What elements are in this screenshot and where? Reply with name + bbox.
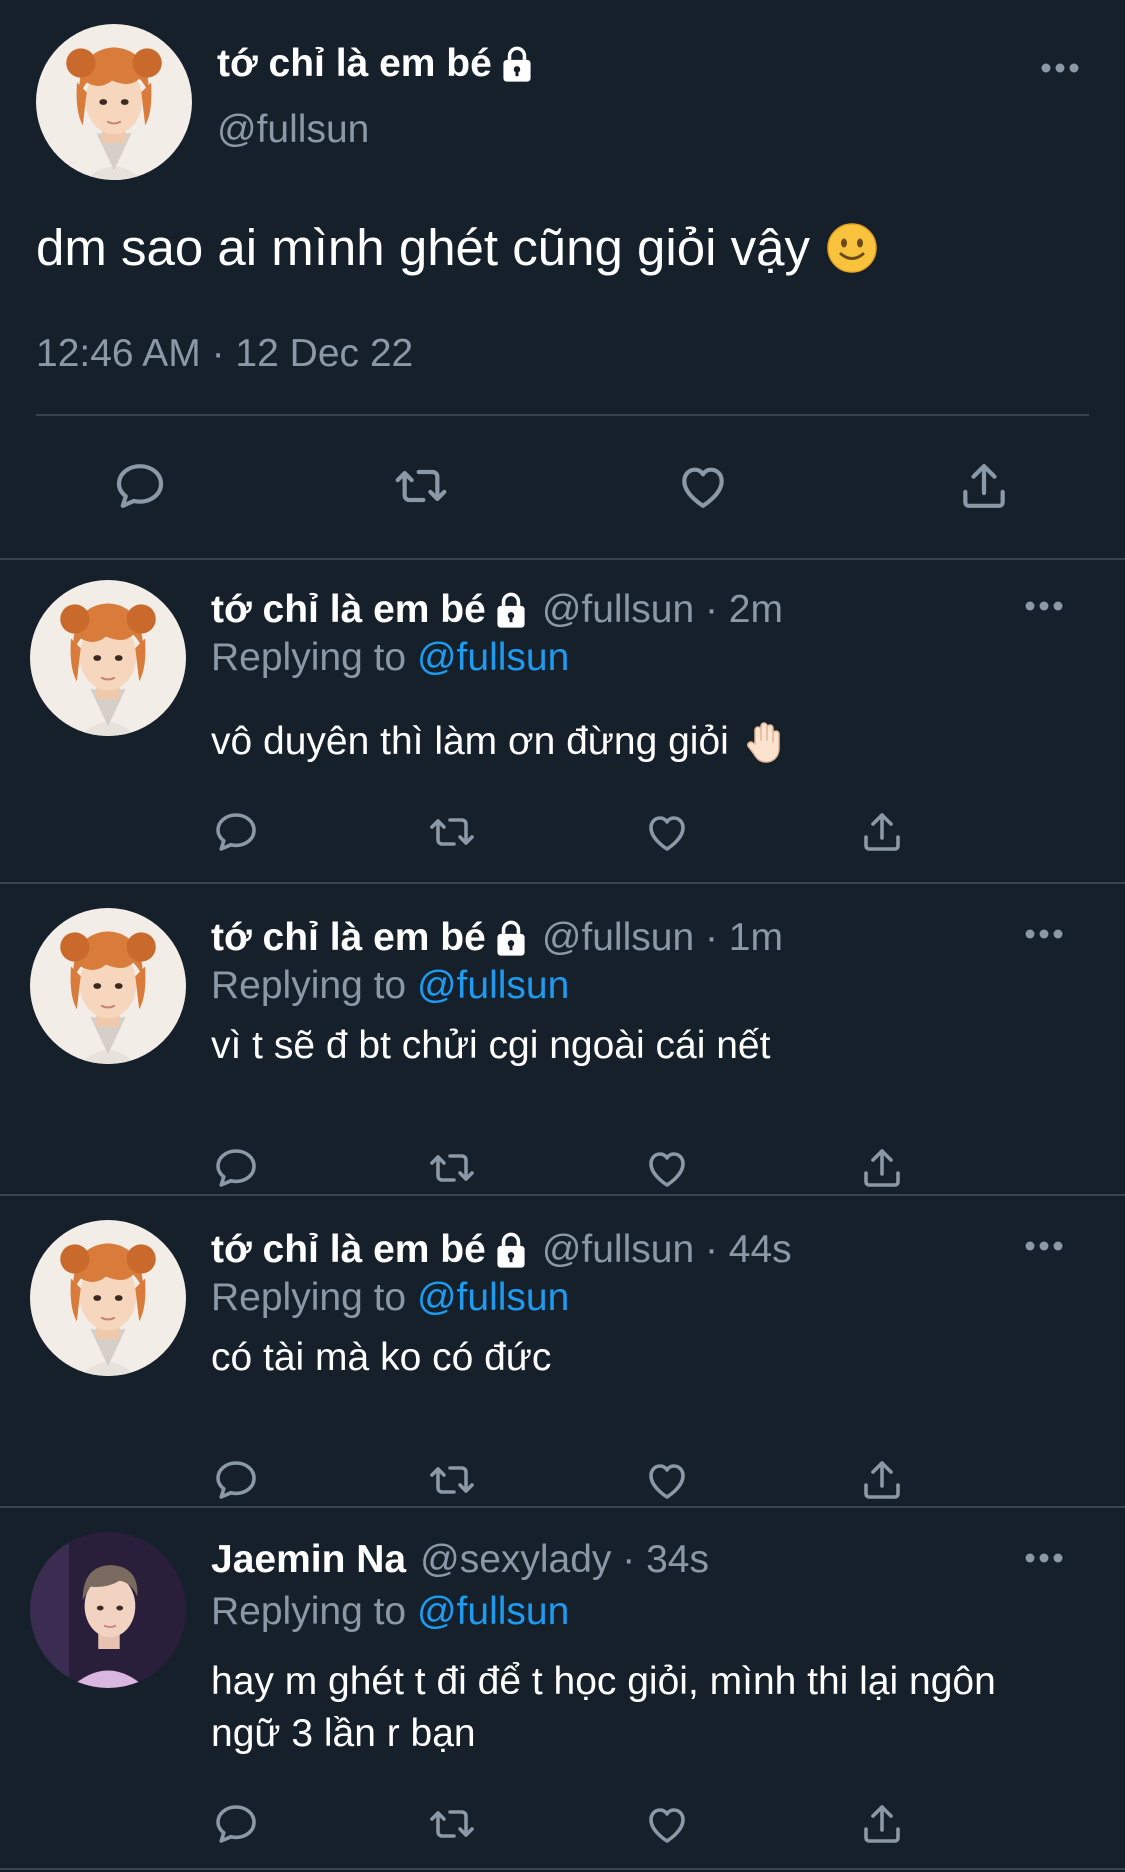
- handle-time[interactable]: @fullsun · 44s: [542, 1228, 792, 1272]
- divider: [36, 414, 1089, 416]
- lock-icon: [494, 919, 528, 957]
- avatar[interactable]: [36, 24, 192, 180]
- slightly-smiling-face-icon: [826, 222, 878, 274]
- share-icon[interactable]: [858, 808, 906, 856]
- replying-to: Replying to @fullsun: [211, 1590, 569, 1634]
- display-name[interactable]: tớ chỉ là em bé: [211, 588, 528, 632]
- reply-tweet[interactable]: tớ chỉ là em bé @fullsun · 44s Replying …: [0, 1196, 1125, 1508]
- reply-icon[interactable]: [212, 1800, 260, 1848]
- avatar[interactable]: [30, 1532, 186, 1688]
- like-icon[interactable]: [643, 808, 691, 856]
- display-name-text: tớ chỉ là em bé: [211, 916, 486, 959]
- lock-icon: [500, 45, 534, 83]
- reply-text: có tài mà ko có đức: [211, 1332, 551, 1384]
- reply-text-content: hay m ghét t đi để t học giỏi, mình thi …: [211, 1660, 996, 1755]
- like-icon[interactable]: [675, 458, 731, 514]
- more-icon[interactable]: [1024, 1240, 1064, 1252]
- reply-icon[interactable]: [212, 1456, 260, 1504]
- display-name[interactable]: tớ chỉ là em bé: [211, 1228, 528, 1272]
- display-name-text: tớ chỉ là em bé: [211, 588, 486, 631]
- display-name[interactable]: Jaemin Na: [211, 1538, 406, 1582]
- tweet-text-content: dm sao ai mình ghét cũng giỏi vậy: [36, 219, 810, 276]
- display-name[interactable]: tớ chỉ là em bé: [211, 916, 528, 960]
- replying-to: Replying to @fullsun: [211, 964, 569, 1008]
- display-name-text: tớ chỉ là em bé: [217, 42, 492, 85]
- more-icon[interactable]: [1024, 1552, 1064, 1564]
- timestamp[interactable]: 12:46 AM · 12 Dec 22: [36, 332, 413, 376]
- main-tweet: tớ chỉ là em bé @fullsun dm sao ai mình …: [0, 0, 1125, 560]
- avatar[interactable]: [30, 580, 186, 736]
- retweet-icon[interactable]: [424, 1144, 480, 1192]
- reply-text: vì t sẽ đ bt chửi cgi ngoài cái nết: [211, 1020, 770, 1072]
- mention-link[interactable]: @fullsun: [417, 1276, 569, 1319]
- replying-label: Replying to: [211, 1276, 407, 1319]
- replying-to: Replying to @fullsun: [211, 1276, 569, 1320]
- replying-label: Replying to: [211, 636, 407, 679]
- reply-header: tớ chỉ là em bé @fullsun · 2m: [211, 588, 783, 632]
- reply-text-content: có tài mà ko có đức: [211, 1336, 552, 1379]
- reply-tweet[interactable]: tớ chỉ là em bé @fullsun · 2m Replying t…: [0, 560, 1125, 884]
- raised-hand-icon: [745, 720, 785, 764]
- more-icon[interactable]: [1024, 928, 1064, 940]
- handle-time[interactable]: @fullsun · 2m: [542, 588, 783, 632]
- retweet-icon[interactable]: [424, 808, 480, 856]
- more-icon[interactable]: [1024, 600, 1064, 612]
- retweet-icon[interactable]: [388, 458, 454, 514]
- avatar[interactable]: [30, 908, 186, 1064]
- reply-icon[interactable]: [212, 808, 260, 856]
- lock-icon: [494, 591, 528, 629]
- replying-label: Replying to: [211, 1590, 407, 1633]
- reply-icon[interactable]: [112, 458, 168, 514]
- reply-text: hay m ghét t đi để t học giỏi, mình thi …: [211, 1656, 1031, 1760]
- share-icon[interactable]: [858, 1144, 906, 1192]
- reply-tweet[interactable]: tớ chỉ là em bé @fullsun · 1m Replying t…: [0, 884, 1125, 1196]
- display-name[interactable]: tớ chỉ là em bé: [217, 42, 534, 86]
- more-icon[interactable]: [1040, 62, 1080, 74]
- handle[interactable]: @fullsun: [217, 108, 369, 152]
- tweet-text: dm sao ai mình ghét cũng giỏi vậy: [36, 218, 878, 277]
- like-icon[interactable]: [643, 1456, 691, 1504]
- handle-time[interactable]: @fullsun · 1m: [542, 916, 783, 960]
- reply-header: Jaemin Na @sexylady · 34s: [211, 1538, 709, 1582]
- reply-text: vô duyên thì làm ơn đừng giỏi: [211, 716, 785, 768]
- avatar[interactable]: [30, 1220, 186, 1376]
- share-icon[interactable]: [858, 1456, 906, 1504]
- reply-text-content: vì t sẽ đ bt chửi cgi ngoài cái nết: [211, 1024, 771, 1067]
- reply-icon[interactable]: [212, 1144, 260, 1192]
- share-icon[interactable]: [956, 458, 1012, 514]
- like-icon[interactable]: [643, 1144, 691, 1192]
- reply-header: tớ chỉ là em bé @fullsun · 44s: [211, 1228, 792, 1272]
- retweet-icon[interactable]: [424, 1456, 480, 1504]
- retweet-icon[interactable]: [424, 1800, 480, 1848]
- display-name-text: tớ chỉ là em bé: [211, 1228, 486, 1271]
- share-icon[interactable]: [858, 1800, 906, 1848]
- reply-header: tớ chỉ là em bé @fullsun · 1m: [211, 916, 783, 960]
- reply-tweet[interactable]: Jaemin Na @sexylady · 34s Replying to @f…: [0, 1508, 1125, 1870]
- handle-time[interactable]: @sexylady · 34s: [420, 1538, 709, 1582]
- mention-link[interactable]: @fullsun: [417, 636, 569, 679]
- reply-text-content: vô duyên thì làm ơn đừng giỏi: [211, 720, 729, 763]
- lock-icon: [494, 1231, 528, 1269]
- replying-to: Replying to @fullsun: [211, 636, 569, 680]
- mention-link[interactable]: @fullsun: [417, 964, 569, 1007]
- like-icon[interactable]: [643, 1800, 691, 1848]
- replying-label: Replying to: [211, 964, 407, 1007]
- mention-link[interactable]: @fullsun: [417, 1590, 569, 1633]
